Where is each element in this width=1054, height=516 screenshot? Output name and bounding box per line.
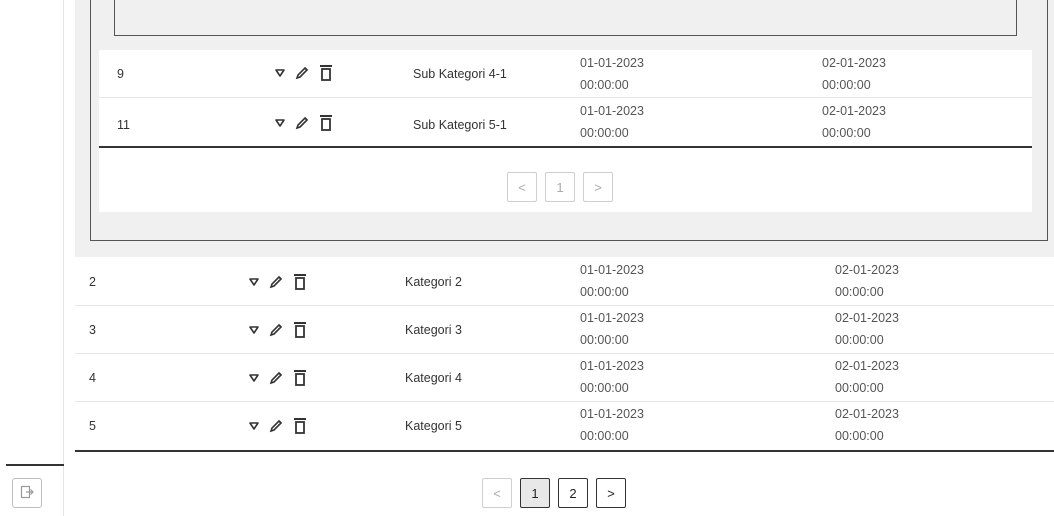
trash-icon[interactable] (293, 273, 307, 291)
triangle-down-icon[interactable] (249, 326, 259, 334)
created-date: 01-01-2023 (580, 104, 644, 118)
created-time: 00:00:00 (580, 285, 629, 299)
page-button-1[interactable]: 1 (545, 172, 575, 202)
logout-button[interactable] (12, 478, 42, 508)
prev-page-button[interactable]: < (507, 172, 537, 202)
row-name: Sub Kategori 5-1 (413, 118, 507, 132)
table-bottom-border (75, 450, 1054, 452)
trash-icon[interactable] (319, 64, 333, 82)
logout-icon (20, 485, 34, 502)
row-id: 3 (89, 323, 96, 337)
updated-time: 00:00:00 (822, 78, 871, 92)
created-time: 00:00:00 (580, 429, 629, 443)
row-name: Kategori 4 (405, 371, 462, 385)
row-id: 9 (117, 67, 124, 81)
pencil-icon[interactable] (268, 274, 284, 290)
created-date: 01-01-2023 (580, 263, 644, 277)
updated-time: 00:00:00 (822, 126, 871, 140)
updated-date: 02-01-2023 (835, 359, 899, 373)
updated-date: 02-01-2023 (835, 407, 899, 421)
triangle-down-icon[interactable] (249, 278, 259, 286)
table-row: 9 Sub Kategori 4-1 01-01-2023 00:00:00 0… (99, 50, 1032, 98)
row-id: 11 (117, 118, 130, 132)
page-button-2[interactable]: 2 (558, 478, 588, 508)
updated-date: 02-01-2023 (835, 263, 899, 277)
next-page-button[interactable]: > (596, 478, 626, 508)
created-date: 01-01-2023 (580, 359, 644, 373)
row-id: 2 (89, 275, 96, 289)
trash-icon[interactable] (293, 369, 307, 387)
triangle-down-icon[interactable] (275, 119, 285, 127)
table-row: 3 Kategori 3 01-01-2023 00:00:00 02-01-2… (75, 306, 1054, 354)
trash-icon[interactable] (293, 417, 307, 435)
sub-category-card: 9 Sub Kategori 4-1 01-01-2023 00:00:00 0… (99, 50, 1032, 212)
created-date: 01-01-2023 (580, 56, 644, 70)
row-name: Kategori 5 (405, 419, 462, 433)
created-time: 00:00:00 (580, 333, 629, 347)
left-rail (0, 0, 64, 516)
table-row: 11 Sub Kategori 5-1 01-01-2023 00:00:00 … (99, 98, 1032, 146)
next-page-button[interactable]: > (583, 172, 613, 202)
triangle-down-icon[interactable] (249, 374, 259, 382)
pencil-icon[interactable] (294, 65, 310, 81)
updated-date: 02-01-2023 (822, 104, 886, 118)
pencil-icon[interactable] (268, 322, 284, 338)
rail-divider (6, 464, 64, 466)
main-pagination: < 1 2 > (482, 478, 626, 508)
created-time: 00:00:00 (580, 381, 629, 395)
table-row: 5 Kategori 5 01-01-2023 00:00:00 02-01-2… (75, 402, 1054, 450)
updated-date: 02-01-2023 (822, 56, 886, 70)
row-name: Kategori 3 (405, 323, 462, 337)
triangle-down-icon[interactable] (275, 69, 285, 77)
updated-time: 00:00:00 (835, 381, 884, 395)
row-id: 5 (89, 419, 96, 433)
row-name: Sub Kategori 4-1 (413, 67, 507, 81)
updated-time: 00:00:00 (835, 285, 884, 299)
updated-time: 00:00:00 (835, 429, 884, 443)
trash-icon[interactable] (293, 321, 307, 339)
row-id: 4 (89, 371, 96, 385)
prev-page-button[interactable]: < (482, 478, 512, 508)
updated-date: 02-01-2023 (835, 311, 899, 325)
pencil-icon[interactable] (294, 115, 310, 131)
table-bottom-border (99, 146, 1032, 148)
created-date: 01-01-2023 (580, 311, 644, 325)
pencil-icon[interactable] (268, 418, 284, 434)
table-row: 2 Kategori 2 01-01-2023 00:00:00 02-01-2… (75, 258, 1054, 306)
created-date: 01-01-2023 (580, 407, 644, 421)
row-name: Kategori 2 (405, 275, 462, 289)
sub-pagination: < 1 > (507, 172, 613, 202)
nested-panel-border (114, 0, 1017, 36)
updated-time: 00:00:00 (835, 333, 884, 347)
created-time: 00:00:00 (580, 78, 629, 92)
trash-icon[interactable] (319, 114, 333, 132)
created-time: 00:00:00 (580, 126, 629, 140)
table-row: 4 Kategori 4 01-01-2023 00:00:00 02-01-2… (75, 354, 1054, 402)
pencil-icon[interactable] (268, 370, 284, 386)
page-button-1[interactable]: 1 (520, 478, 550, 508)
triangle-down-icon[interactable] (249, 422, 259, 430)
